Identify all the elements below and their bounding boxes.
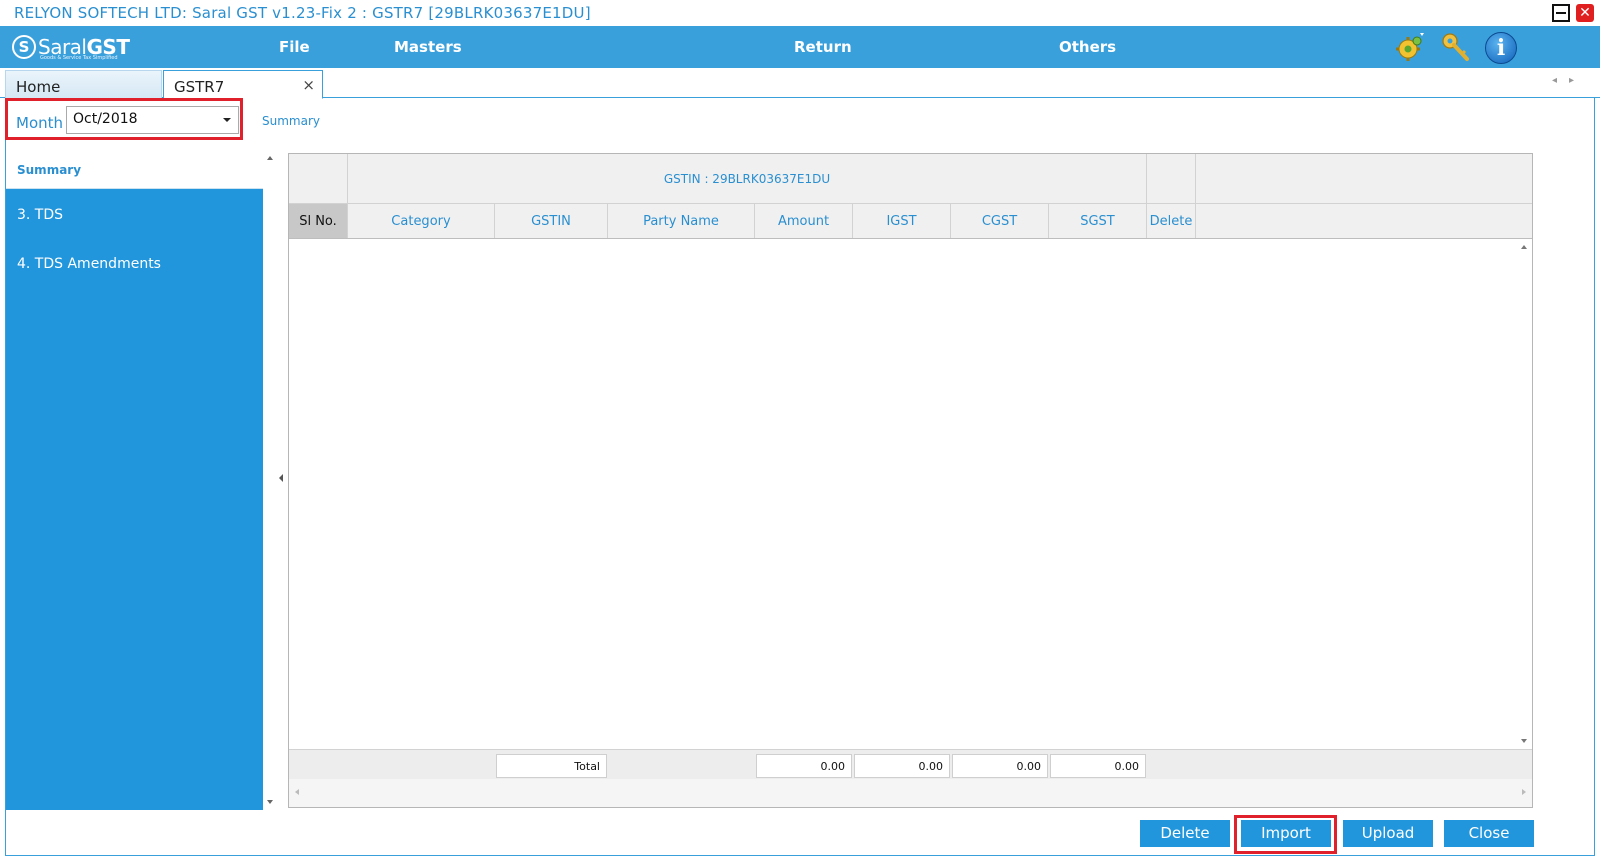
menu-bar: S SaralGST Goods & Service Tax Simplifie… [0, 26, 1600, 68]
import-button[interactable]: Import [1241, 820, 1331, 847]
tab-strip: Home GSTR7 × ◂▸ [0, 68, 1600, 99]
menu-others[interactable]: Others [1059, 38, 1116, 56]
info-icon[interactable]: i [1485, 32, 1517, 64]
minimize-icon[interactable] [1552, 4, 1570, 22]
total-amount: 0.00 [756, 754, 852, 778]
sidebar: Summary 3. TDS 4. TDS Amendments [6, 152, 263, 810]
column-header-cgst[interactable]: CGST [951, 204, 1049, 238]
scroll-up-icon[interactable] [1521, 245, 1527, 249]
tab-gstr7-label: GSTR7 [174, 78, 225, 96]
sidebar-item-tds-amendments[interactable]: 4. TDS Amendments [17, 256, 161, 272]
tab-home[interactable]: Home [5, 70, 162, 98]
menu-return[interactable]: Return [794, 38, 852, 56]
logo-tagline: Goods & Service Tax Simplified [40, 55, 118, 61]
gstin-header: GSTIN : 29BLRK03637E1DU [348, 154, 1147, 203]
column-header-category[interactable]: Category [348, 204, 495, 238]
key-icon[interactable] [1440, 32, 1470, 62]
header-spacer [1147, 154, 1196, 203]
settings-gear-icon[interactable] [1395, 32, 1425, 62]
month-label: Month [16, 114, 64, 132]
month-filter-highlight: Month Oct/2018 [5, 98, 243, 140]
upload-button[interactable]: Upload [1343, 820, 1433, 847]
column-header-sgst[interactable]: SGST [1049, 204, 1147, 238]
grid-column-header-row: Sl No. Category GSTIN Party Name Amount … [289, 204, 1532, 239]
scroll-right-icon[interactable] [1522, 789, 1526, 795]
delete-button[interactable]: Delete [1140, 820, 1230, 847]
total-label: Total [496, 754, 607, 778]
close-window-icon[interactable]: ✕ [1576, 4, 1594, 22]
grid-horizontal-scrollbar[interactable] [289, 779, 1532, 807]
scroll-up-icon[interactable] [267, 156, 273, 160]
total-sgst: 0.00 [1050, 754, 1146, 778]
sidebar-item-summary[interactable]: Summary [6, 152, 263, 189]
column-header-party-name[interactable]: Party Name [608, 204, 755, 238]
window-title: RELYON SOFTECH LTD: Saral GST v1.23-Fix … [14, 4, 591, 22]
sidebar-scrollbar[interactable] [263, 152, 279, 810]
close-button[interactable]: Close [1444, 820, 1534, 847]
header-spacer [289, 154, 348, 203]
chevron-down-icon [223, 118, 231, 122]
saral-gst-logo: S SaralGST Goods & Service Tax Simplifie… [12, 30, 130, 64]
tds-summary-grid: GSTIN : 29BLRK03637E1DU Sl No. Category … [288, 153, 1533, 808]
column-header-sl-no[interactable]: Sl No. [289, 204, 348, 238]
menu-masters[interactable]: Masters [394, 38, 462, 56]
grid-body[interactable] [289, 239, 1532, 749]
total-igst: 0.00 [854, 754, 950, 778]
grid-gstin-header-row: GSTIN : 29BLRK03637E1DU [289, 154, 1532, 204]
column-header-igst[interactable]: IGST [853, 204, 951, 238]
grid-totals-row: Total 0.00 0.00 0.00 0.00 [289, 749, 1532, 779]
column-header-amount[interactable]: Amount [755, 204, 853, 238]
grid-vertical-scrollbar[interactable] [1516, 239, 1532, 749]
sidebar-item-tds[interactable]: 3. TDS [17, 207, 63, 223]
column-header-gstin[interactable]: GSTIN [495, 204, 608, 238]
total-cgst: 0.00 [952, 754, 1048, 778]
sidebar-item-summary-label: Summary [17, 163, 82, 177]
collapse-panel-icon[interactable] [279, 474, 283, 482]
tab-scroll-arrows-icon[interactable]: ◂▸ [1552, 75, 1586, 86]
column-header-delete[interactable]: Delete [1147, 204, 1196, 238]
month-dropdown-value: Oct/2018 [73, 111, 138, 127]
scroll-down-icon[interactable] [267, 800, 273, 804]
menu-file[interactable]: File [279, 38, 310, 56]
scroll-left-icon[interactable] [295, 789, 299, 795]
scroll-down-icon[interactable] [1521, 739, 1527, 743]
breadcrumb: Summary [262, 114, 320, 128]
tab-close-icon[interactable]: × [302, 76, 315, 94]
logo-icon: S [12, 35, 36, 59]
tab-gstr7[interactable]: GSTR7 × [163, 70, 323, 99]
title-bar: RELYON SOFTECH LTD: Saral GST v1.23-Fix … [0, 0, 1600, 26]
month-dropdown[interactable]: Oct/2018 [66, 106, 239, 134]
